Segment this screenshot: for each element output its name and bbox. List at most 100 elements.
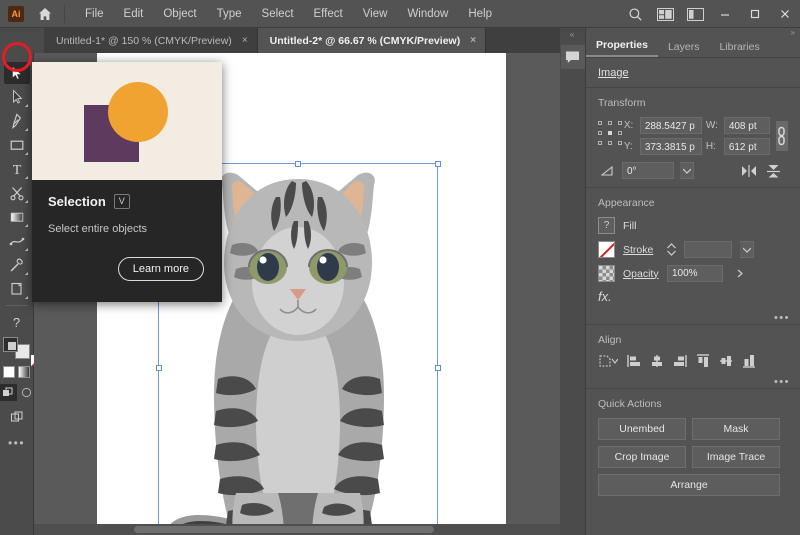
menu-edit[interactable]: Edit [114, 4, 154, 24]
stroke-weight-input[interactable] [684, 241, 732, 258]
menu-list: File Edit Object Type Select Effect View… [75, 4, 502, 24]
align-section: Align [586, 325, 800, 376]
minimize-button[interactable] [710, 0, 740, 28]
quick-actions-title: Quick Actions [598, 398, 662, 410]
rectangle-tool[interactable] [4, 134, 30, 156]
eyedropper-tool[interactable] [4, 254, 30, 276]
document-tab-untitled-2[interactable]: Untitled-2* @ 66.67 % (CMYK/Preview) × [257, 28, 487, 53]
home-icon[interactable] [36, 5, 54, 23]
close-button[interactable] [770, 0, 800, 28]
tools-divider [5, 305, 28, 306]
reference-point-selector[interactable] [598, 121, 622, 147]
rail-collapse-icon[interactable]: « [560, 28, 585, 39]
fill-swatch[interactable] [2, 337, 18, 352]
fill-swatch-icon[interactable]: ? [598, 217, 615, 234]
menu-view[interactable]: View [353, 4, 398, 24]
gradient-tool[interactable] [4, 206, 30, 228]
panel-rail: « [560, 28, 586, 535]
selected-object-type: Image [598, 67, 629, 79]
fill-stroke-swatches[interactable] [2, 336, 42, 366]
menu-window[interactable]: Window [397, 4, 458, 24]
more-tools-icon[interactable]: ••• [8, 436, 25, 450]
change-screen-mode-icon[interactable] [4, 407, 30, 429]
tab-properties[interactable]: Properties [586, 37, 658, 57]
flip-vertical-icon[interactable] [764, 162, 782, 179]
workspace-switcher-icon[interactable] [680, 0, 710, 28]
crop-image-button[interactable]: Crop Image [598, 446, 686, 468]
align-top-icon[interactable] [696, 354, 710, 368]
tab-libraries[interactable]: Libraries [709, 39, 769, 57]
free-transform-tool[interactable] [4, 230, 30, 252]
flip-horizontal-icon[interactable] [740, 162, 758, 179]
canvas-horizontal-scrollbar[interactable] [34, 524, 571, 535]
mask-button[interactable]: Mask [692, 418, 780, 440]
y-label: Y: [623, 141, 633, 152]
properties-panel: » Properties Layers Libraries Image Tran… [586, 28, 800, 535]
menu-help[interactable]: Help [458, 4, 502, 24]
menu-object[interactable]: Object [153, 4, 206, 24]
search-icon[interactable] [620, 0, 650, 28]
align-to-selection-icon[interactable] [598, 354, 618, 368]
arrange-documents-icon[interactable] [650, 0, 680, 28]
maximize-button[interactable] [740, 0, 770, 28]
coachmark-title-row: Selection V [48, 194, 206, 209]
artboard-tool[interactable] [4, 278, 30, 300]
tab-label: Untitled-1* @ 150 % (CMYK/Preview) [56, 34, 232, 47]
selection-tool[interactable] [3, 62, 30, 84]
learn-more-button[interactable]: Learn more [117, 257, 204, 281]
align-right-icon[interactable] [673, 354, 687, 368]
opacity-row: Opacity 100% [598, 265, 788, 282]
app-logo-icon[interactable]: Ai [8, 5, 24, 22]
fx-label[interactable]: fx. [598, 289, 788, 304]
appearance-more-options-icon[interactable]: ••• [586, 312, 800, 324]
arrange-button[interactable]: Arrange [598, 474, 780, 496]
screen-mode-icon[interactable] [20, 384, 34, 401]
scissors-tool[interactable] [4, 182, 30, 204]
help-icon[interactable]: ? [4, 311, 30, 333]
direct-selection-tool[interactable] [4, 86, 30, 108]
draw-normal-icon[interactable] [0, 384, 17, 401]
menu-type[interactable]: Type [207, 4, 252, 24]
menu-effect[interactable]: Effect [304, 4, 353, 24]
align-more-options-icon[interactable]: ••• [586, 376, 800, 388]
tools-panel-grip[interactable] [0, 53, 33, 61]
stroke-profile-dropdown-icon[interactable] [740, 241, 754, 258]
color-mode-color-icon[interactable] [3, 366, 15, 378]
stroke-swatch-icon[interactable] [598, 241, 615, 258]
align-title: Align [598, 334, 622, 346]
x-input[interactable]: 288.5427 p [639, 117, 702, 134]
menu-file[interactable]: File [75, 4, 114, 24]
align-left-icon[interactable] [627, 354, 641, 368]
image-trace-button[interactable]: Image Trace [692, 446, 780, 468]
type-tool[interactable]: T [4, 158, 30, 180]
coachmark-circle-shape [108, 82, 168, 142]
close-tab-icon[interactable]: × [242, 35, 248, 46]
link-constrain-icon[interactable] [775, 121, 788, 151]
tab-layers[interactable]: Layers [658, 39, 710, 57]
height-input[interactable]: 612 pt [723, 138, 770, 155]
stroke-weight-stepper[interactable] [667, 243, 676, 256]
menu-select[interactable]: Select [252, 4, 304, 24]
align-horizontal-center-icon[interactable] [650, 354, 664, 368]
align-vertical-center-icon[interactable] [719, 354, 733, 368]
svg-text:T: T [12, 163, 21, 177]
opacity-input[interactable]: 100% [667, 265, 723, 282]
close-tab-icon[interactable]: × [470, 35, 476, 46]
pen-tool[interactable] [4, 110, 30, 132]
menu-divider [64, 4, 65, 23]
y-input[interactable]: 373.3815 p [639, 138, 702, 155]
opacity-options-icon[interactable] [731, 265, 749, 282]
document-tab-untitled-1[interactable]: Untitled-1* @ 150 % (CMYK/Preview) × [44, 28, 258, 53]
opacity-swatch-icon[interactable] [598, 265, 615, 282]
transform-title: Transform [598, 97, 646, 109]
color-mode-gradient-icon[interactable] [18, 366, 30, 378]
rotation-angle-input[interactable]: 0° [622, 162, 674, 179]
comments-icon[interactable] [560, 45, 585, 69]
width-input[interactable]: 408 pt [723, 117, 770, 134]
color-mode-row [3, 366, 30, 378]
angle-dropdown-icon[interactable] [680, 162, 694, 179]
align-bottom-icon[interactable] [742, 354, 756, 368]
transform-section: Transform X: 288.5427 p W: 408 pt Y: 373… [586, 88, 800, 187]
coachmark-illustration [32, 62, 222, 180]
unembed-button[interactable]: Unembed [598, 418, 686, 440]
